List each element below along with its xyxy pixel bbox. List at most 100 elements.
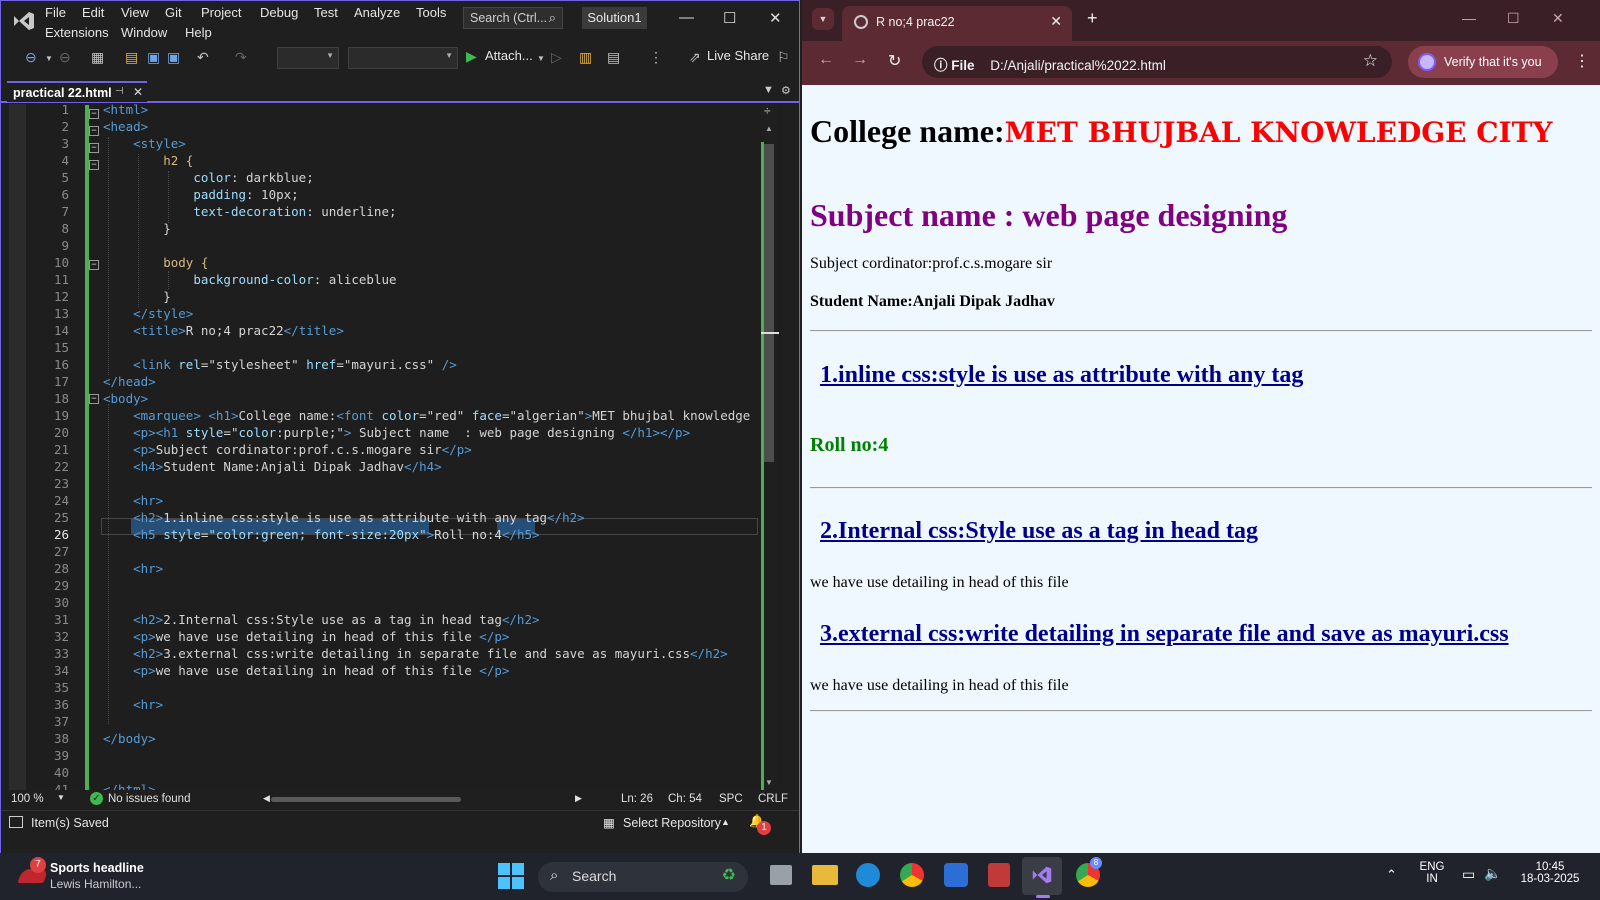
news-widget[interactable]: 7 Sports headline Lewis Hamilton... bbox=[16, 857, 156, 895]
scrollbar-thumb[interactable] bbox=[764, 144, 774, 462]
document-tab[interactable]: practical 22.html ⊣ ✕ bbox=[7, 81, 147, 102]
code-line-26[interactable]: <h5 style="color:green; font-size:20px">… bbox=[103, 526, 758, 543]
code-line-16[interactable]: <link rel="stylesheet" href="mayuri.css"… bbox=[103, 356, 758, 373]
file-explorer-icon[interactable] bbox=[812, 865, 838, 885]
code-line-18[interactable]: <body> bbox=[103, 390, 758, 407]
windows-start-icon[interactable] bbox=[498, 863, 524, 889]
language-indicator[interactable]: ENG IN bbox=[1414, 861, 1450, 885]
scroll-right-icon[interactable]: ▶ bbox=[575, 793, 582, 804]
code-line-14[interactable]: <title>R no;4 prac22</title> bbox=[103, 322, 758, 339]
scroll-down-icon[interactable]: ▼ bbox=[765, 778, 773, 787]
scroll-up-icon[interactable]: ▲ bbox=[765, 124, 773, 133]
configuration-dropdown[interactable]: ▼ bbox=[277, 47, 339, 69]
save-all-icon[interactable]: ▣ bbox=[167, 49, 180, 66]
tab-list-dropdown-icon[interactable]: ▼ bbox=[763, 84, 774, 96]
maximize-icon[interactable]: ☐ bbox=[1507, 10, 1520, 27]
split-editor-icon[interactable]: ÷ bbox=[764, 104, 771, 118]
code-line-13[interactable]: </style> bbox=[103, 305, 758, 322]
whitespace-indicator[interactable]: SPC bbox=[719, 793, 743, 805]
site-info-chip[interactable]: ⓘ File bbox=[934, 54, 975, 74]
menu-help[interactable]: Help bbox=[185, 25, 212, 40]
issues-status[interactable]: No issues found bbox=[108, 793, 190, 805]
line-indicator[interactable]: Ln: 26 bbox=[621, 793, 653, 805]
network-icon[interactable]: ▭ bbox=[1462, 866, 1475, 883]
code-line-19[interactable]: <marquee> <h1>College name:<font color="… bbox=[103, 407, 758, 424]
code-line-34[interactable]: <p>we have use detailing in head of this… bbox=[103, 662, 758, 679]
fold-collapse-icon[interactable]: − bbox=[89, 109, 99, 119]
code-line-28[interactable]: <hr> bbox=[103, 560, 758, 577]
code-line-31[interactable]: <h2>2.Internal css:Style use as a tag in… bbox=[103, 611, 758, 628]
microsoft-store-icon[interactable] bbox=[944, 863, 968, 887]
close-tab-icon[interactable]: ✕ bbox=[133, 85, 143, 99]
code-line-32[interactable]: <p>we have use detailing in head of this… bbox=[103, 628, 758, 645]
browser-tab-active[interactable]: R no;4 prac22 ✕ bbox=[842, 6, 1072, 41]
minimize-icon[interactable]: — bbox=[679, 9, 694, 26]
fold-collapse-icon[interactable]: − bbox=[89, 126, 99, 136]
zoom-dropdown-icon[interactable]: ▼ bbox=[57, 793, 65, 802]
run-without-debug-icon[interactable]: ▷ bbox=[551, 49, 562, 66]
close-tab-icon[interactable]: ✕ bbox=[1050, 13, 1062, 30]
menu-debug[interactable]: Debug bbox=[260, 5, 298, 20]
solution-name-button[interactable]: Solution1 bbox=[582, 7, 647, 29]
browse-folder-icon[interactable]: ▥ bbox=[579, 49, 592, 66]
menu-analyze[interactable]: Analyze bbox=[354, 5, 400, 20]
toolbar-overflow-icon[interactable]: ⋮ bbox=[649, 49, 663, 66]
output-window-icon[interactable] bbox=[9, 816, 23, 828]
code-line-17[interactable]: </head> bbox=[103, 373, 758, 390]
code-line-7[interactable]: text-decoration: underline; bbox=[103, 203, 758, 220]
select-repository-button[interactable]: Select Repository bbox=[623, 816, 721, 830]
start-play-icon[interactable]: ▶ bbox=[466, 48, 477, 65]
minimize-icon[interactable]: — bbox=[1462, 10, 1476, 26]
code-line-22[interactable]: <h4>Student Name:Anjali Dipak Jadhav</h4… bbox=[103, 458, 758, 475]
code-line-5[interactable]: color: darkblue; bbox=[103, 169, 758, 186]
code-line-1[interactable]: <html> bbox=[103, 101, 758, 118]
menu-project[interactable]: Project bbox=[201, 5, 241, 20]
menu-window[interactable]: Window bbox=[121, 25, 167, 40]
code-line-21[interactable]: <p>Subject cordinator:prof.c.s.mogare si… bbox=[103, 441, 758, 458]
layout-icon[interactable]: ▤ bbox=[607, 49, 620, 66]
undo-icon[interactable]: ↶ bbox=[197, 49, 209, 66]
close-window-icon[interactable]: ✕ bbox=[1552, 10, 1564, 27]
pin-icon[interactable]: ⊣ bbox=[115, 86, 124, 97]
snipping-tool-icon[interactable] bbox=[988, 863, 1010, 887]
chevron-up-icon[interactable]: ▲ bbox=[721, 817, 730, 827]
menu-git[interactable]: Git bbox=[165, 5, 182, 20]
vs-search-box[interactable]: Search (Ctrl... ⌕ bbox=[463, 7, 563, 29]
code-line-4[interactable]: h2 { bbox=[103, 152, 758, 169]
attach-dropdown-icon[interactable]: ▼ bbox=[537, 54, 545, 63]
code-line-10[interactable]: body { bbox=[103, 254, 758, 271]
chrome-icon[interactable] bbox=[900, 863, 924, 887]
forward-icon[interactable]: ⊖ bbox=[59, 49, 71, 66]
zoom-level[interactable]: 100 % bbox=[11, 793, 44, 805]
code-line-33[interactable]: <h2>3.external css:write detailing in se… bbox=[103, 645, 758, 662]
live-share-icon[interactable]: ⇗ bbox=[689, 49, 701, 66]
scroll-left-icon[interactable]: ◀ bbox=[263, 793, 270, 804]
fold-collapse-icon[interactable]: − bbox=[89, 394, 99, 404]
column-indicator[interactable]: Ch: 54 bbox=[668, 793, 702, 805]
menu-file[interactable]: File bbox=[45, 5, 66, 20]
menu-test[interactable]: Test bbox=[314, 5, 338, 20]
show-hidden-icons-chevron[interactable]: ⌃ bbox=[1386, 867, 1397, 883]
redo-icon[interactable]: ↷ bbox=[235, 49, 247, 66]
open-folder-icon[interactable]: ▤ bbox=[125, 49, 138, 66]
live-share-button[interactable]: Live Share bbox=[707, 48, 769, 63]
back-icon[interactable]: ⊖ bbox=[25, 49, 37, 66]
settings-gear-icon[interactable]: ⚙ bbox=[781, 84, 791, 97]
maximize-icon[interactable]: ☐ bbox=[723, 9, 736, 27]
vertical-scrollbar[interactable]: ÷ ▲ ▼ bbox=[761, 104, 779, 792]
task-view-icon[interactable] bbox=[770, 865, 792, 885]
address-bar[interactable]: ⓘ File D:/Anjali/practical%2022.html ☆ bbox=[922, 46, 1392, 78]
code-line-20[interactable]: <p><h1 style="color:purple;"> Subject na… bbox=[103, 424, 758, 441]
code-line-3[interactable]: <style> bbox=[103, 135, 758, 152]
forward-arrow-icon[interactable]: → bbox=[852, 51, 868, 69]
back-arrow-icon[interactable]: ← bbox=[818, 51, 834, 69]
horizontal-scrollbar-thumb[interactable] bbox=[271, 797, 461, 802]
code-line-36[interactable]: <hr> bbox=[103, 696, 758, 713]
attach-button[interactable]: Attach... bbox=[485, 48, 533, 63]
code-line-8[interactable]: } bbox=[103, 220, 758, 237]
clock[interactable]: 10:45 18-03-2025 bbox=[1508, 861, 1592, 885]
tab-search-chevron-icon[interactable]: ▼ bbox=[812, 8, 834, 30]
menu-view[interactable]: View bbox=[121, 5, 149, 20]
more-menu-icon[interactable]: ⋮ bbox=[1574, 51, 1590, 71]
menu-edit[interactable]: Edit bbox=[82, 5, 104, 20]
